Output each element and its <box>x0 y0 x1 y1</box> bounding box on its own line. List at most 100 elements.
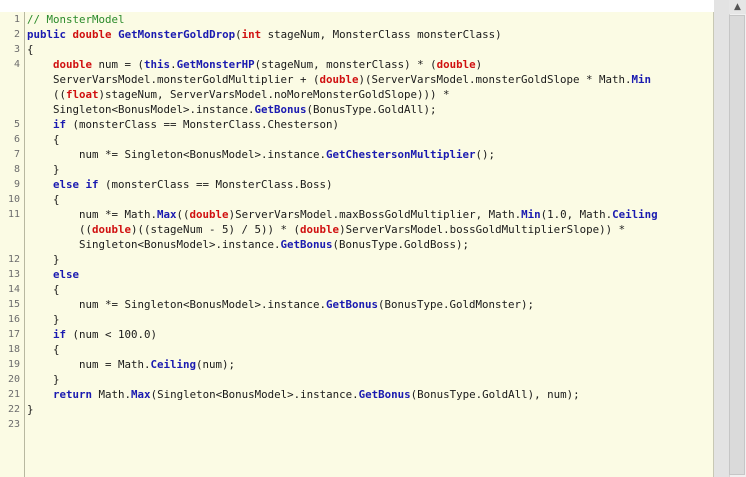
code-text[interactable]: } <box>27 312 60 327</box>
code-line[interactable]: 6 { <box>0 132 714 147</box>
code-text[interactable]: if (num < 100.0) <box>27 327 157 342</box>
code-token: Singleton<BonusModel>.instance. <box>27 238 281 251</box>
code-text[interactable]: double num = (this.GetMonsterHP(stageNum… <box>27 57 482 72</box>
code-token: (BonusType.GoldMonster); <box>378 298 535 311</box>
code-text[interactable]: } <box>27 162 60 177</box>
code-token: else if <box>53 178 99 191</box>
code-line[interactable]: 14 { <box>0 282 714 297</box>
code-token: (BonusType.GoldAll); <box>306 103 437 116</box>
code-line[interactable]: 4 double num = (this.GetMonsterHP(stageN… <box>0 57 714 72</box>
code-line[interactable]: ((double)((stageNum - 5) / 5)) * (double… <box>0 222 714 237</box>
code-token: { <box>27 133 60 146</box>
code-text[interactable]: Singleton<BonusModel>.instance.GetBonus(… <box>27 102 437 117</box>
code-token: (( <box>27 223 93 236</box>
vertical-scrollbar[interactable]: ▲ <box>714 0 746 477</box>
code-token: )ServerVarsModel.bossGoldMultiplierSlope… <box>339 223 626 236</box>
code-lines[interactable]: 1 // MonsterModel 2 public double GetMonste… <box>0 12 714 432</box>
code-line[interactable]: 1 // MonsterModel <box>0 12 714 27</box>
line-number: 15 <box>7 299 20 310</box>
code-text[interactable]: if (monsterClass == MonsterClass.Chester… <box>27 117 339 132</box>
code-text[interactable]: } <box>27 372 60 387</box>
code-line[interactable]: 9 else if (monsterClass == MonsterClass.… <box>0 177 714 192</box>
code-token: (stageNum, monsterClass) * ( <box>254 58 437 71</box>
line-number: 23 <box>7 419 20 430</box>
line-number: 17 <box>7 329 20 340</box>
code-token: ServerVarsModel.monsterGoldMultiplier + … <box>27 73 320 86</box>
code-text[interactable]: num *= Singleton<BonusModel>.instance.Ge… <box>27 297 534 312</box>
code-token: { <box>27 43 34 56</box>
code-token: GetMonsterHP <box>176 58 255 71</box>
code-token: { <box>27 343 60 356</box>
code-text[interactable]: // MonsterModel <box>27 12 125 27</box>
line-number: 19 <box>7 359 20 370</box>
code-text[interactable]: num *= Singleton<BonusModel>.instance.Ge… <box>27 147 495 162</box>
code-text[interactable]: return Math.Max(Singleton<BonusModel>.in… <box>27 387 580 402</box>
code-text[interactable]: } <box>27 252 60 267</box>
line-number: 10 <box>7 194 20 205</box>
code-line[interactable]: Singleton<BonusModel>.instance.GetBonus(… <box>0 237 714 252</box>
code-text[interactable]: num = Math.Ceiling(num); <box>27 357 235 372</box>
code-text[interactable]: { <box>27 192 60 207</box>
code-token: )ServerVarsModel.maxBossGoldMultiplier, … <box>228 208 522 221</box>
code-line[interactable]: 5 if (monsterClass == MonsterClass.Chest… <box>0 117 714 132</box>
code-token: num *= Math. <box>27 208 158 221</box>
code-line[interactable]: 15 num *= Singleton<BonusModel>.instance… <box>0 297 714 312</box>
code-line[interactable]: Singleton<BonusModel>.instance.GetBonus(… <box>0 102 714 117</box>
code-token: double <box>92 223 132 236</box>
code-text[interactable]: else <box>27 267 79 282</box>
code-token: (monsterClass == MonsterClass.Chesterson… <box>66 118 340 131</box>
code-line[interactable]: 11 num *= Math.Max((double)ServerVarsMod… <box>0 207 714 222</box>
code-text[interactable]: Singleton<BonusModel>.instance.GetBonus(… <box>27 237 469 252</box>
code-line[interactable]: 19 num = Math.Ceiling(num); <box>0 357 714 372</box>
code-line[interactable]: 13 else <box>0 267 714 282</box>
code-text[interactable]: { <box>27 132 60 147</box>
code-text[interactable]: public double GetMonsterGoldDrop(int sta… <box>27 27 502 42</box>
code-token: float <box>66 88 99 101</box>
code-line[interactable]: 2 public double GetMonsterGoldDrop(int st… <box>0 27 714 42</box>
line-number: 22 <box>7 404 20 415</box>
code-token: ) <box>475 58 483 71</box>
line-number: 6 <box>13 134 20 145</box>
code-token: int <box>241 28 262 41</box>
code-token: Ceiling <box>612 208 658 221</box>
code-token: num *= Singleton<BonusModel>.instance. <box>27 148 327 161</box>
code-token: } <box>27 313 60 326</box>
code-text[interactable]: ServerVarsModel.monsterGoldMultiplier + … <box>27 72 651 87</box>
code-token: GetMonsterGoldDrop <box>118 28 236 41</box>
code-line[interactable]: 10 { <box>0 192 714 207</box>
line-number: 4 <box>13 59 20 70</box>
code-editor[interactable]: 1 // MonsterModel 2 public double GetMonste… <box>0 0 746 477</box>
code-line[interactable]: 20 } <box>0 372 714 387</box>
code-line[interactable]: 17 if (num < 100.0) <box>0 327 714 342</box>
line-number: 3 <box>13 44 20 55</box>
code-text[interactable]: } <box>27 402 34 417</box>
code-text[interactable]: { <box>27 42 34 57</box>
code-text[interactable]: else if (monsterClass == MonsterClass.Bo… <box>27 177 333 192</box>
code-token: )(ServerVarsModel.monsterGoldSlope * Mat… <box>358 73 632 86</box>
code-line[interactable]: 21 return Math.Max(Singleton<BonusModel>… <box>0 387 714 402</box>
line-number: 1 <box>13 14 20 25</box>
code-line[interactable]: 12 } <box>0 252 714 267</box>
code-line[interactable]: 7 num *= Singleton<BonusModel>.instance.… <box>0 147 714 162</box>
code-text[interactable]: ((float)stageNum, ServerVarsModel.noMore… <box>27 87 450 102</box>
code-token: (( <box>27 88 67 101</box>
code-text[interactable]: ((double)((stageNum - 5) / 5)) * (double… <box>27 222 625 237</box>
scrollbar-thumb[interactable] <box>729 15 745 475</box>
code-line[interactable]: 22} <box>0 402 714 417</box>
code-token: } <box>27 403 34 416</box>
code-token: double <box>72 28 112 41</box>
code-text[interactable]: num *= Math.Max((double)ServerVarsModel.… <box>27 207 658 222</box>
code-line[interactable]: 18 { <box>0 342 714 357</box>
code-line[interactable]: ServerVarsModel.monsterGoldMultiplier + … <box>0 72 714 87</box>
code-token: (num < 100.0) <box>66 328 158 341</box>
code-line[interactable]: 8 } <box>0 162 714 177</box>
code-text[interactable]: { <box>27 342 60 357</box>
code-line[interactable]: ((float)stageNum, ServerVarsModel.noMore… <box>0 87 714 102</box>
code-line[interactable]: 16 } <box>0 312 714 327</box>
scroll-up-icon[interactable]: ▲ <box>729 0 746 14</box>
code-text[interactable]: { <box>27 282 60 297</box>
code-line[interactable]: 3{ <box>0 42 714 57</box>
code-line[interactable]: 23 <box>0 417 714 432</box>
